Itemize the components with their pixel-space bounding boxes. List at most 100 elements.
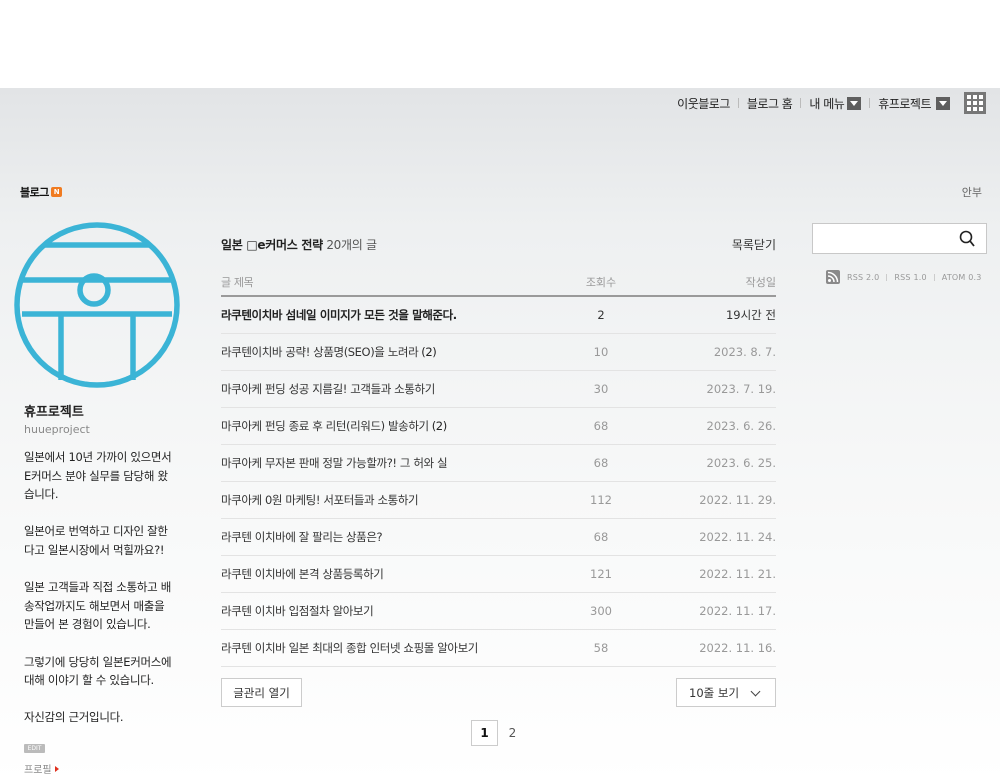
post-date: 2022. 11. 29. xyxy=(646,481,776,519)
table-row[interactable]: 마쿠아케 펀딩 종료 후 리턴(리워드) 발송하기 (2) 68 2023. 6. 2… xyxy=(221,407,776,445)
profile-description: 일본에서 10년 가까이 있으면서 E커머스 분야 실무를 담당해 왔습니다. … xyxy=(24,450,172,725)
close-list-button[interactable]: 목록닫기 xyxy=(732,236,776,253)
divider xyxy=(933,273,935,281)
table-row[interactable]: 라쿠텐 이치바에 잘 팔리는 상품은? 68 2022. 11. 24. xyxy=(221,518,776,556)
rows-per-page-label: 10줄 보기 xyxy=(689,685,740,700)
blog-logo[interactable]: 블로그 N xyxy=(20,184,62,200)
post-title[interactable]: 라쿠텐이치바 공략! 상품명(SEO)을 노려라 xyxy=(221,345,419,359)
header-title: 글 제목 xyxy=(221,268,556,297)
post-date: 2022. 11. 24. xyxy=(646,518,776,556)
post-views: 10 xyxy=(556,333,646,371)
header-date: 작성일 xyxy=(646,268,776,297)
post-views: 68 xyxy=(556,407,646,445)
post-title-cell[interactable]: 라쿠텐 이치바에 잘 팔리는 상품은? xyxy=(221,518,556,556)
project-dropdown[interactable]: 휴프로젝트 xyxy=(878,95,950,112)
my-menu-label: 내 메뉴 xyxy=(809,96,845,111)
table-row[interactable]: 마쿠아케 펀딩 성공 지름길! 고객들과 소통하기 30 2023. 7. 19. xyxy=(221,370,776,408)
post-title[interactable]: 라쿠텐 이치바 입점절차 알아보기 xyxy=(221,604,374,618)
post-title-cell[interactable]: 마쿠아케 펀딩 종료 후 리턴(리워드) 발송하기 (2) xyxy=(221,407,556,445)
table-row[interactable]: 라쿠텐이치바 공략! 상품명(SEO)을 노려라 (2) 10 2023. 8. 7. xyxy=(221,333,776,371)
dropdown-arrow-icon xyxy=(936,96,950,110)
post-title-cell[interactable]: 라쿠텐 이치바 일본 최대의 종합 인터넷 쇼핑몰 알아보기 xyxy=(221,629,556,667)
post-date: 2022. 11. 21. xyxy=(646,555,776,593)
category-name: 일본 □e커머스 전략 xyxy=(221,237,323,252)
post-date: 2023. 7. 19. xyxy=(646,370,776,408)
post-title[interactable]: 마쿠아케 0원 마케팅! 서포터들과 소통하기 xyxy=(221,493,419,507)
dropdown-arrow-icon xyxy=(847,96,862,110)
post-title[interactable]: 라쿠텐 이치바에 본격 상품등록하기 xyxy=(221,567,384,581)
manage-posts-button[interactable]: 글관리 열기 xyxy=(221,678,302,707)
table-row[interactable]: 라쿠텐 이치바 일본 최대의 종합 인터넷 쇼핑몰 알아보기 58 2022. 11… xyxy=(221,629,776,667)
rows-per-page-select[interactable]: 10줄 보기 xyxy=(676,678,776,707)
post-views: 121 xyxy=(556,555,646,593)
portal-logo-icon xyxy=(14,222,180,388)
divider xyxy=(737,98,739,108)
profile-name: 휴프로젝트 xyxy=(24,405,84,420)
table-row[interactable]: 마쿠아케 무자본 판매 정말 가능할까?! 그 허와 실 68 2023. 6. 2… xyxy=(221,444,776,482)
my-menu-dropdown[interactable]: 내 메뉴 xyxy=(809,95,862,112)
edit-badge[interactable]: EDIT xyxy=(24,744,45,753)
comment-count[interactable]: (2) xyxy=(432,419,447,433)
post-views: 30 xyxy=(556,370,646,408)
post-title-cell[interactable]: 라쿠텐 이치바에 본격 상품등록하기 xyxy=(221,555,556,593)
table-row[interactable]: 마쿠아케 0원 마케팅! 서포터들과 소통하기 112 2022. 11. 29. xyxy=(221,481,776,519)
table-row[interactable]: 라쿠텐 이치바에 본격 상품등록하기 121 2022. 11. 21. xyxy=(221,555,776,593)
post-title[interactable]: 라쿠텐 이치바에 잘 팔리는 상품은? xyxy=(221,530,383,544)
table-row[interactable]: 라쿠텐이치바 섬네일 이미지가 모든 것을 말해준다. 2 19시간 전 xyxy=(221,296,776,334)
post-title-cell[interactable]: 마쿠아케 펀딩 성공 지름길! 고객들과 소통하기 xyxy=(221,370,556,408)
profile-link[interactable]: 프로필 xyxy=(24,761,59,776)
post-views: 68 xyxy=(556,518,646,556)
table-row[interactable]: 라쿠텐 이치바 입점절차 알아보기 300 2022. 11. 17. xyxy=(221,592,776,630)
profile-link-label: 프로필 xyxy=(24,765,52,776)
feed-links: RSS 2.0 RSS 1.0 ATOM 0.3 xyxy=(826,270,982,284)
chevron-down-icon xyxy=(750,686,761,697)
comment-count[interactable]: (2) xyxy=(421,345,436,359)
post-date: 2022. 11. 17. xyxy=(646,592,776,630)
post-title-cell[interactable]: 라쿠텐이치바 섬네일 이미지가 모든 것을 말해준다. xyxy=(221,296,556,334)
blog-logo-label: 블로그 xyxy=(20,186,49,199)
post-title[interactable]: 마쿠아케 무자본 판매 정말 가능할까?! 그 허와 실 xyxy=(221,456,448,470)
post-date: 2023. 6. 26. xyxy=(646,407,776,445)
post-views: 68 xyxy=(556,444,646,482)
post-views: 300 xyxy=(556,592,646,630)
list-title: 일본 □e커머스 전략 20개의 글 xyxy=(221,236,377,253)
post-list-table: 글 제목 조회수 작성일 라쿠텐이치바 섬네일 이미지가 모든 것을 말해준다.… xyxy=(221,268,776,667)
apps-grid-icon[interactable] xyxy=(964,92,986,114)
guestbook-link[interactable]: 안부 xyxy=(962,184,982,200)
post-views: 2 xyxy=(556,296,646,334)
arrow-right-icon xyxy=(54,765,59,772)
new-badge: N xyxy=(50,187,62,197)
neighbor-blog-link[interactable]: 이웃블로그 xyxy=(677,95,730,112)
post-title-cell[interactable]: 마쿠아케 0원 마케팅! 서포터들과 소통하기 xyxy=(221,481,556,519)
header-views: 조회수 xyxy=(556,268,646,297)
post-title-cell[interactable]: 마쿠아케 무자본 판매 정말 가능할까?! 그 허와 실 xyxy=(221,444,556,482)
post-date: 19시간 전 xyxy=(646,296,776,334)
post-title-cell[interactable]: 라쿠텐 이치바 입점절차 알아보기 xyxy=(221,592,556,630)
post-title[interactable]: 마쿠아케 펀딩 성공 지름길! 고객들과 소통하기 xyxy=(221,382,435,396)
atom-link[interactable]: ATOM 0.3 xyxy=(942,273,982,282)
post-title[interactable]: 라쿠텐 이치바 일본 최대의 종합 인터넷 쇼핑몰 알아보기 xyxy=(221,641,478,655)
page-1-link[interactable]: 1 xyxy=(471,720,498,746)
search-input[interactable] xyxy=(813,224,953,253)
post-date: 2023. 6. 25. xyxy=(646,444,776,482)
post-count: 20개의 글 xyxy=(326,237,377,252)
project-label: 휴프로젝트 xyxy=(878,96,931,111)
page-2-link[interactable]: 2 xyxy=(499,720,526,746)
search-box xyxy=(812,223,987,254)
post-views: 58 xyxy=(556,629,646,667)
rss1-link[interactable]: RSS 1.0 xyxy=(894,273,926,282)
pagination: 12 xyxy=(471,720,527,746)
divider xyxy=(886,273,888,281)
rss-icon xyxy=(826,270,840,284)
post-title-cell[interactable]: 라쿠텐이치바 공략! 상품명(SEO)을 노려라 (2) xyxy=(221,333,556,371)
rss2-link[interactable]: RSS 2.0 xyxy=(847,273,879,282)
search-icon[interactable] xyxy=(959,230,975,248)
profile-image[interactable] xyxy=(14,222,180,388)
post-title[interactable]: 마쿠아케 펀딩 종료 후 리턴(리워드) 발송하기 xyxy=(221,419,429,433)
post-date: 2022. 11. 16. xyxy=(646,629,776,667)
global-nav: 이웃블로그 블로그 홈 내 메뉴 휴프로젝트 xyxy=(677,91,986,115)
blog-home-link[interactable]: 블로그 홈 xyxy=(747,95,793,112)
divider xyxy=(869,98,871,108)
post-title[interactable]: 라쿠텐이치바 섬네일 이미지가 모든 것을 말해준다. xyxy=(221,308,457,322)
divider xyxy=(800,98,802,108)
